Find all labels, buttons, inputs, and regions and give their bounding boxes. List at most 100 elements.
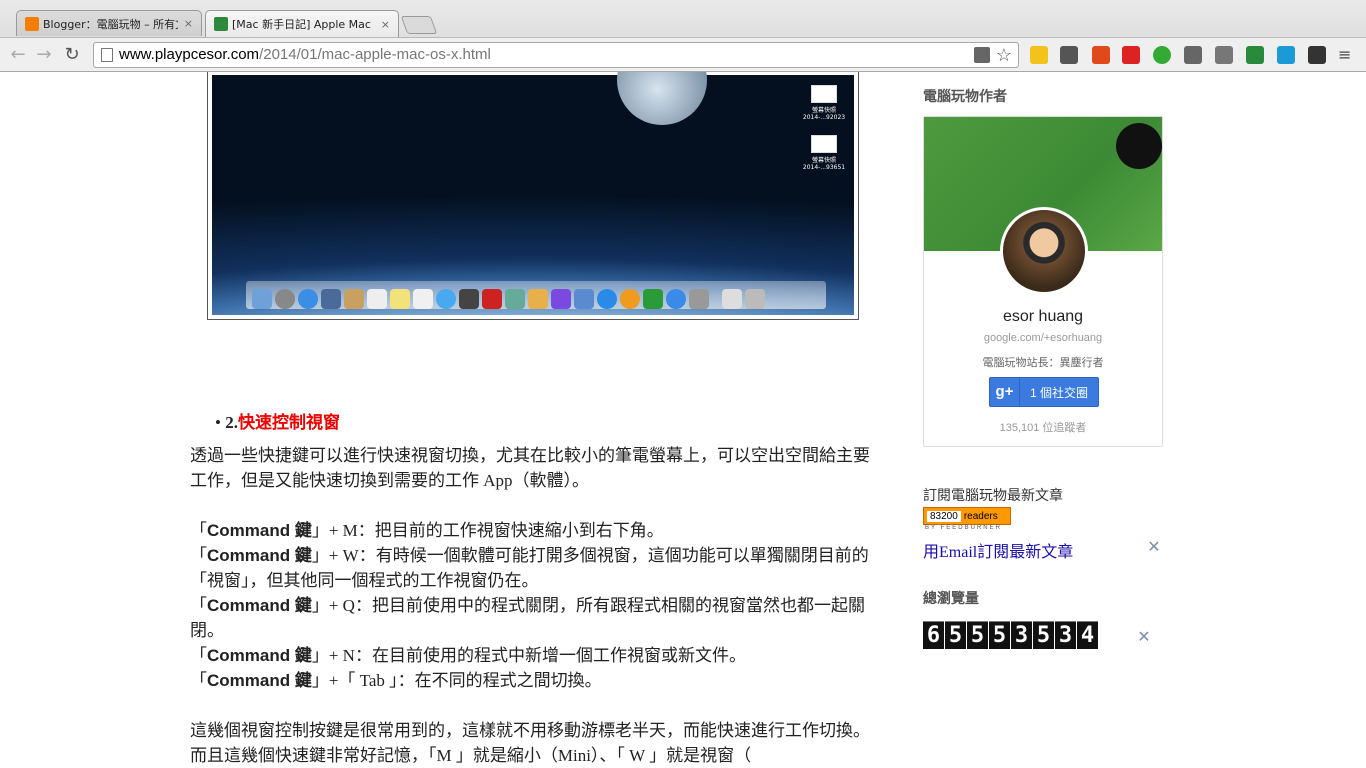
trash-icon[interactable] bbox=[745, 289, 765, 309]
intro-paragraph: 透過一些快捷鍵可以進行快速視窗切換，尤其在比較小的筆電螢幕上，可以空出空間給主要… bbox=[190, 446, 870, 490]
menu-icon[interactable]: ≡ bbox=[1338, 46, 1356, 64]
counter-digit: 6 bbox=[923, 621, 944, 649]
google-plus-icon: g+ bbox=[990, 378, 1020, 406]
back-arrow-icon[interactable]: ← bbox=[6, 43, 30, 67]
counter-digit: 5 bbox=[945, 621, 966, 649]
new-tab-button[interactable] bbox=[400, 16, 438, 34]
extension-pen-icon[interactable] bbox=[1308, 46, 1326, 64]
reminders-icon[interactable] bbox=[413, 289, 433, 309]
app-store-icon[interactable] bbox=[666, 289, 686, 309]
pocket-icon[interactable] bbox=[1215, 46, 1233, 64]
article-screenshot: 螢幕快照 2014-...92023 螢幕快照 2014-...93651 bbox=[207, 72, 859, 320]
add-to-circles-label: 1 個社交圈 bbox=[1029, 385, 1088, 400]
iphoto-icon[interactable] bbox=[505, 289, 525, 309]
calendar-icon[interactable] bbox=[367, 289, 387, 309]
ibooks-icon[interactable] bbox=[620, 289, 640, 309]
feedburner-badge[interactable]: 83200 readers bbox=[923, 507, 1011, 525]
counter-digit: 5 bbox=[989, 621, 1010, 649]
itunes-icon[interactable] bbox=[597, 289, 617, 309]
tab-article[interactable]: [Mac 新手日記] Apple Mac © × bbox=[205, 10, 399, 37]
close-icon[interactable]: × bbox=[184, 17, 193, 30]
extension-8m-icon[interactable] bbox=[1092, 46, 1110, 64]
outro-paragraph: 這幾個視窗控制按鍵是很常用到的，這樣就不用移動游標老半天，而能快速進行工作切換。… bbox=[190, 721, 870, 765]
dock bbox=[246, 281, 826, 309]
subscribe-title: 訂閱電腦玩物最新文章 bbox=[923, 487, 1063, 503]
tab-blogger[interactable]: Blogger：電腦玩物 – 所有文 × bbox=[16, 10, 202, 36]
wrench-icon[interactable]: ✕ bbox=[1134, 628, 1154, 648]
shortcut-line: 「Command 鍵」+ Q：把目前使用中的程式關閉，所有跟程式相關的視窗當然也… bbox=[190, 596, 865, 640]
browser-chrome: Blogger：電腦玩物 – 所有文 × [Mac 新手日記] Apple Ma… bbox=[0, 0, 1366, 72]
extension-search-icon[interactable] bbox=[1153, 46, 1171, 64]
follower-count: 135,101 位追蹤者 bbox=[999, 422, 1087, 434]
notes-icon[interactable] bbox=[390, 289, 410, 309]
shortcut-line: 「Command 鍵」+ N：在目前使用的程式中新增一個工作視窗或新文件。 bbox=[190, 646, 746, 665]
page-views-title: 總瀏覽量 bbox=[923, 590, 979, 606]
author-title: 電腦玩物作者 bbox=[923, 88, 1007, 104]
shortcut-line: 「Command 鍵」+ M：把目前的工作視窗快速縮小到右下角。 bbox=[190, 521, 664, 540]
translate-icon[interactable] bbox=[974, 47, 990, 63]
finder-icon[interactable] bbox=[252, 289, 272, 309]
moon-image bbox=[617, 72, 707, 125]
page-icon bbox=[101, 48, 113, 62]
facetime-icon[interactable] bbox=[459, 289, 479, 309]
counter-digit: 3 bbox=[1011, 621, 1032, 649]
article-body: • 2.快速控制視窗 透過一些快捷鍵可以進行快速視窗切換，尤其在比較小的筆電螢幕… bbox=[190, 410, 880, 768]
reader-label: readers bbox=[963, 510, 998, 522]
desktop-file-label: 螢幕快照 2014-...93651 bbox=[802, 157, 846, 171]
shortcut-line: 「Command 鍵」+「 Tab 」：在不同的程式之間切換。 bbox=[190, 671, 602, 690]
shortcut-line: 「Command 鍵」+ W：有時候一個軟體可能打開多個視窗，這個功能可以單獨關… bbox=[190, 546, 869, 590]
tab-title: Blogger：電腦玩物 – 所有文 bbox=[43, 17, 178, 31]
launchpad-icon[interactable] bbox=[275, 289, 295, 309]
mail-icon[interactable] bbox=[321, 289, 341, 309]
keynote-icon[interactable] bbox=[574, 289, 594, 309]
add-to-circles-button[interactable]: g+ 1 個社交圈 bbox=[989, 377, 1099, 407]
page-content: 螢幕快照 2014-...92023 螢幕快照 2014-...93651 • … bbox=[0, 72, 1366, 768]
profile-url[interactable]: google.com/+esorhuang bbox=[924, 332, 1162, 344]
close-icon[interactable]: × bbox=[381, 18, 390, 31]
safari-icon[interactable] bbox=[298, 289, 318, 309]
blogger-icon bbox=[25, 16, 39, 31]
evernote-dock-icon[interactable] bbox=[643, 289, 663, 309]
google-plus-profile-card: esor huang google.com/+esorhuang 電腦玩物站長：… bbox=[923, 116, 1163, 447]
extension-id-icon[interactable] bbox=[1060, 46, 1078, 64]
evernote-icon[interactable] bbox=[1184, 46, 1202, 64]
counter-digit: 5 bbox=[967, 621, 988, 649]
url-path: /2014/01/mac-apple-mac-os-x.html bbox=[259, 46, 491, 63]
desktop-file-icon[interactable] bbox=[811, 85, 837, 103]
pages-icon[interactable] bbox=[528, 289, 548, 309]
contacts-icon[interactable] bbox=[344, 289, 364, 309]
avatar[interactable] bbox=[1000, 207, 1088, 295]
address-bar[interactable]: www.playpcesor.com/2014/01/mac-apple-mac… bbox=[93, 42, 1019, 68]
extension-s-icon[interactable] bbox=[1030, 46, 1048, 64]
desktop-file-label: 螢幕快照 2014-...92023 bbox=[802, 107, 846, 121]
counter-digit: 5 bbox=[1033, 621, 1054, 649]
url-domain: www.playpcesor.com bbox=[119, 46, 260, 63]
counter-digit: 4 bbox=[1077, 621, 1098, 649]
feedburner-credit: BY FEEDBURNER bbox=[925, 525, 1002, 531]
desktop-file-icon[interactable] bbox=[811, 135, 837, 153]
messages-icon[interactable] bbox=[436, 289, 456, 309]
page-view-counter: 6 5 5 5 3 5 3 4 bbox=[923, 621, 1098, 649]
counter-digit: 3 bbox=[1055, 621, 1076, 649]
profile-description: 電腦玩物站長：異塵行者 bbox=[982, 357, 1104, 369]
desktop-wallpaper: 螢幕快照 2014-...92023 螢幕快照 2014-...93651 bbox=[212, 72, 854, 315]
extension-bookmark-icon[interactable] bbox=[1122, 46, 1140, 64]
site-favicon-icon bbox=[214, 17, 228, 31]
section-heading: • 2.快速控制視窗 bbox=[215, 413, 340, 432]
extension-sync-icon[interactable] bbox=[1277, 46, 1295, 64]
bookmark-star-icon[interactable]: ☆ bbox=[996, 43, 1012, 67]
photo-booth-icon[interactable] bbox=[482, 289, 502, 309]
wrench-icon[interactable]: ✕ bbox=[1144, 538, 1164, 558]
numbers-icon[interactable] bbox=[551, 289, 571, 309]
tab-title: [Mac 新手日記] Apple Mac © bbox=[232, 18, 375, 31]
profile-name[interactable]: esor huang bbox=[924, 308, 1162, 326]
reader-count: 83200 bbox=[927, 510, 961, 522]
reload-icon[interactable]: ↻ bbox=[60, 43, 84, 67]
evernote-book-badge bbox=[1116, 123, 1162, 169]
extension-green-icon[interactable] bbox=[1246, 46, 1264, 64]
email-subscribe-link[interactable]: 用Email訂閱最新文章 bbox=[923, 538, 1073, 562]
system-preferences-icon[interactable] bbox=[689, 289, 709, 309]
toolbar: ← → ↻ www.playpcesor.com/2014/01/mac-app… bbox=[0, 37, 1366, 71]
document-icon[interactable] bbox=[722, 289, 742, 309]
forward-arrow-icon[interactable]: → bbox=[32, 43, 56, 67]
